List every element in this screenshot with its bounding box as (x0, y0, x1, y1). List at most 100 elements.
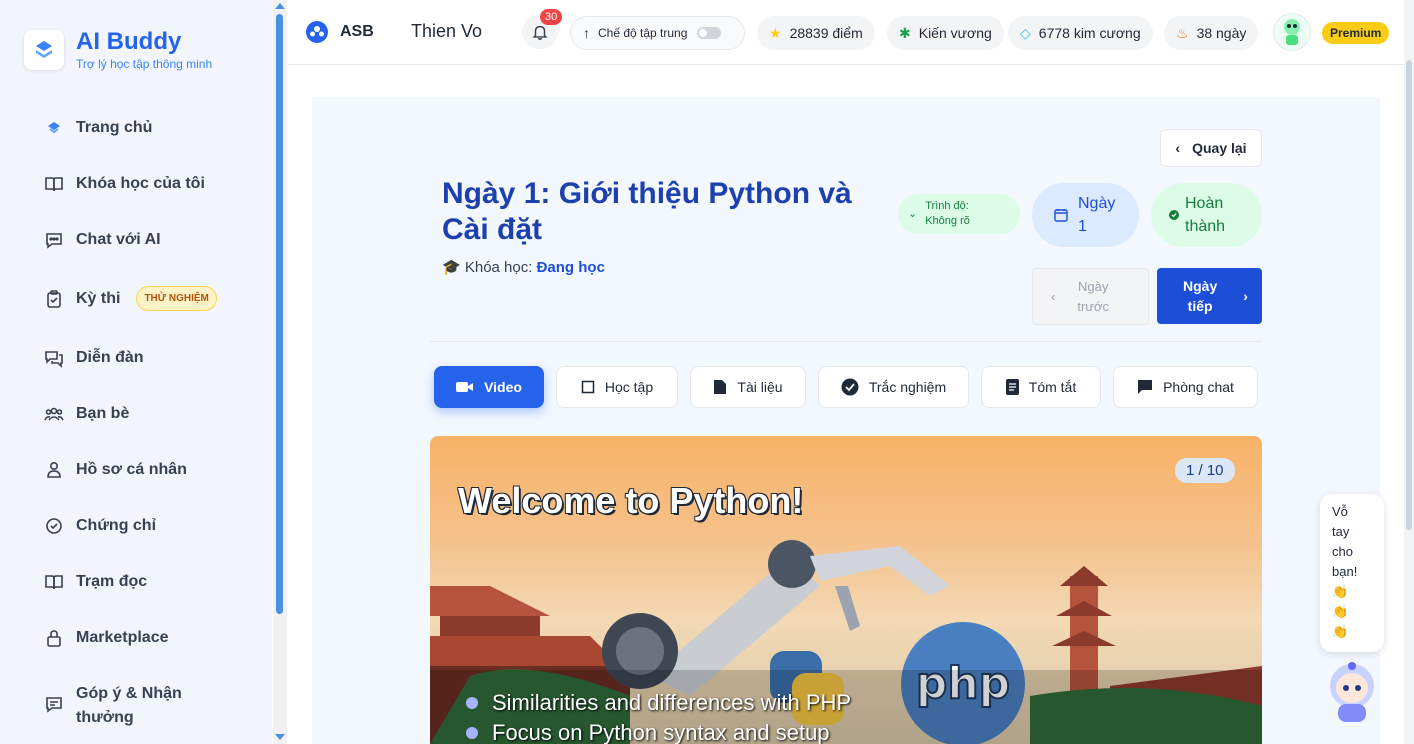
slide-bullet-list: Similarities and differences with PHP Fo… (466, 688, 851, 744)
brand-title: AI Buddy (76, 28, 182, 55)
check-circle-icon (1169, 210, 1179, 220)
course-status[interactable]: Đang học (537, 259, 605, 276)
feedback-icon (46, 697, 62, 713)
sidebar-item-exam[interactable]: Kỳ thi THỬ NGHIỆM (44, 286, 244, 311)
scroll-up-arrow-icon[interactable] (275, 3, 285, 9)
next-line2: tiếp (1187, 298, 1213, 314)
sidebar-item-label: Khóa học của tôi (76, 175, 205, 192)
user-icon (47, 461, 61, 478)
sidebar-item-label: Bạn bè (76, 405, 130, 422)
sidebar-item-label: Kỳ thi (76, 289, 121, 307)
page-scroll-thumb[interactable] (1406, 60, 1412, 530)
clap-icon: 👏 (1332, 584, 1349, 599)
cheer-text: tay (1332, 524, 1350, 539)
home-logo-icon (48, 122, 60, 134)
scroll-down-arrow-icon[interactable] (275, 734, 285, 740)
square-icon (581, 380, 595, 394)
points-value: 28839 điểm (789, 25, 863, 41)
tab-label: Phòng chat (1163, 379, 1234, 395)
sidebar-item-certificates[interactable]: Chứng chỉ (44, 514, 244, 538)
focus-mode-toggle[interactable]: ↑ Chế độ tập trung (570, 16, 745, 50)
video-slide[interactable]: php 1 / 10 Welcome to Python! Similariti… (430, 436, 1262, 744)
cheer-text: cho (1332, 544, 1353, 559)
streak-value: 38 ngày (1196, 25, 1247, 41)
prev-line1: Ngày (1078, 278, 1109, 294)
check-circle-icon (841, 378, 859, 396)
book-open-icon (45, 575, 63, 590)
cheer-bubble[interactable]: Vỗ tay cho bạn! 👏 👏 👏 (1320, 494, 1384, 652)
next-day-button[interactable]: Ngày tiếp › (1157, 268, 1262, 324)
list-icon (1005, 379, 1019, 395)
forum-icon (45, 351, 63, 368)
tab-summary[interactable]: Tóm tắt (981, 366, 1101, 408)
lesson-title: Ngày 1: Giới thiệu Python và Cài đặt (442, 177, 852, 246)
asb-logo-icon (306, 21, 328, 43)
premium-badge[interactable]: Premium (1322, 22, 1390, 44)
previous-day-button[interactable]: ‹ Ngày trước (1032, 268, 1149, 325)
avatar[interactable] (1273, 13, 1311, 51)
day-pill: Ngày 1 (1032, 183, 1139, 247)
level-line2: Không rõ (925, 215, 970, 227)
tab-label: Video (484, 379, 522, 395)
points-pill[interactable]: ★ 28839 điểm (757, 16, 875, 50)
tab-label: Tóm tắt (1028, 379, 1077, 395)
next-line1: Ngày (1183, 278, 1218, 294)
streak-pill[interactable]: ♨ 38 ngày (1164, 16, 1259, 50)
sidebar-item-label: Chat với AI (76, 231, 161, 248)
sidebar-scroll-thumb[interactable] (276, 14, 283, 614)
header-brand[interactable]: ASB (306, 21, 374, 43)
bell-icon (532, 25, 548, 40)
course-status-line: 🎓 Khóa học: Đang học (442, 258, 605, 276)
lock-icon (47, 630, 61, 647)
star-icon: ★ (769, 24, 782, 41)
sidebar-item-forum[interactable]: Diễn đàn (44, 346, 244, 370)
brand-logo-icon (24, 30, 64, 70)
diamonds-pill[interactable]: ◇ 6778 kim cương (1008, 16, 1153, 50)
brand[interactable]: AI Buddy Trợ lý học tập thông minh (24, 28, 212, 72)
status-line2: thành (1185, 218, 1226, 235)
sidebar-item-friends[interactable]: Bạn bè (44, 402, 244, 426)
tab-documents[interactable]: Tài liệu (690, 366, 806, 408)
book-open-icon (45, 177, 63, 192)
slide-title: Welcome to Python! (458, 480, 804, 521)
tab-quiz[interactable]: Trắc nghiệm (818, 366, 969, 408)
tab-study[interactable]: Học tập (556, 366, 678, 408)
sidebar-item-my-courses[interactable]: Khóa học của tôi (44, 172, 244, 196)
header-divider (430, 341, 1262, 342)
header-brand-label: ASB (340, 23, 374, 40)
back-button-label: Quay lại (1192, 140, 1247, 156)
graduation-cap-icon: 🎓 (442, 259, 461, 276)
rank-value: Kiến vương (918, 25, 992, 41)
sidebar-item-reading[interactable]: Trạm đọc (44, 570, 244, 594)
sidebar-item-feedback[interactable]: Góp ý & Nhận thưởng (44, 682, 244, 730)
chevron-left-icon: ‹ (1051, 289, 1056, 304)
tab-label: Học tập (604, 379, 654, 395)
day-line2: 1 (1078, 218, 1087, 235)
sidebar-item-label: Trang chủ (76, 119, 153, 136)
page-scrollbar[interactable] (1404, 0, 1414, 744)
top-header: ASB Thien Vo 30 ↑ Chế độ tập trung ★ 288… (288, 0, 1404, 65)
tab-chat-room[interactable]: Phòng chat (1113, 366, 1258, 408)
sidebar-item-chat-ai[interactable]: Chat với AI (44, 228, 244, 252)
brand-subtitle: Trợ lý học tập thông minh (76, 57, 213, 71)
sidebar-item-marketplace[interactable]: Marketplace (44, 626, 244, 650)
fire-icon: ♨ (1176, 24, 1189, 41)
back-button[interactable]: ‹ Quay lại (1160, 129, 1262, 167)
focus-mode-switch[interactable] (697, 27, 722, 39)
experimental-badge: THỬ NGHIỆM (136, 286, 217, 311)
arrow-up-icon: ↑ (583, 25, 590, 41)
cheer-text: Vỗ (1332, 504, 1348, 519)
slide-bullet: Similarities and differences with PHP (466, 688, 851, 718)
assistant-mascot-icon[interactable] (1326, 660, 1378, 724)
tab-video[interactable]: Video (434, 366, 544, 408)
status-line1: Hoàn (1185, 195, 1224, 212)
chat-bubble-icon (1137, 379, 1153, 395)
sidebar-item-label: Hồ sơ cá nhân (76, 461, 187, 478)
rank-pill[interactable]: ✱ Kiến vương (887, 16, 1004, 50)
sidebar-item-home[interactable]: Trang chủ (44, 116, 244, 140)
chevron-right-icon: › (1243, 288, 1248, 304)
tab-label: Tài liệu (737, 379, 783, 395)
diamond-icon: ◇ (1020, 24, 1031, 41)
sidebar-item-profile[interactable]: Hồ sơ cá nhân (44, 458, 244, 482)
header-user-name: Thien Vo (411, 21, 483, 41)
